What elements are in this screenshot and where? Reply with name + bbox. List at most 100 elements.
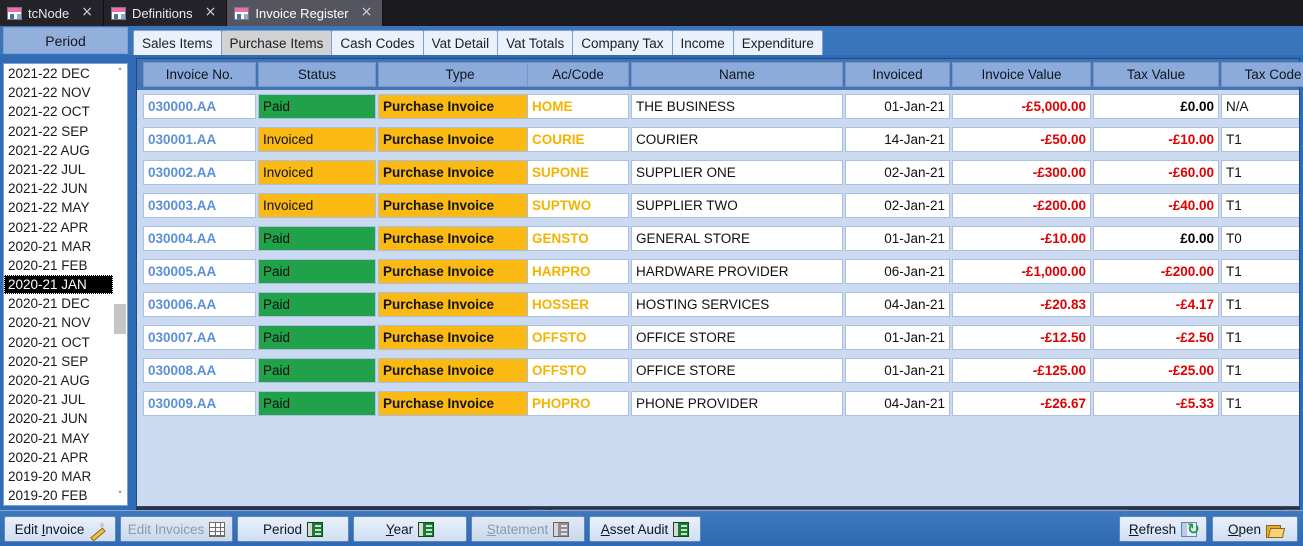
period-item[interactable]: 2020-21 NOV bbox=[4, 313, 113, 332]
period-list-scrollbar[interactable]: ˄ ˅ bbox=[113, 64, 127, 505]
year-button[interactable]: Year bbox=[353, 516, 467, 542]
cell-name[interactable]: SUPPLIER TWO bbox=[631, 193, 843, 218]
cell-status[interactable]: Paid bbox=[258, 226, 376, 251]
cell-invoice-value[interactable]: -£10.00 bbox=[952, 226, 1091, 251]
cell-ac-code[interactable]: OFFSTO bbox=[527, 325, 629, 350]
tab-vat-detail[interactable]: Vat Detail bbox=[422, 30, 499, 55]
period-item[interactable]: 2021-22 JUL bbox=[4, 160, 113, 179]
edit-invoice-button[interactable]: Edit Invoice bbox=[4, 516, 116, 542]
cell-type[interactable]: Purchase Invoice bbox=[378, 160, 542, 185]
cell-tax-code[interactable]: T1 bbox=[1221, 259, 1299, 284]
period-item[interactable]: 2021-22 AUG bbox=[4, 141, 113, 160]
period-item[interactable]: 2021-22 NOV bbox=[4, 83, 113, 102]
cell-ac-code[interactable]: COURIE bbox=[527, 127, 629, 152]
cell-tax-value[interactable]: -£25.00 bbox=[1093, 358, 1219, 383]
cell-invoice-value[interactable]: -£1,000.00 bbox=[952, 259, 1091, 284]
period-item[interactable]: 2021-22 SEP bbox=[4, 122, 113, 141]
period-item[interactable]: 2020-21 DEC bbox=[4, 294, 113, 313]
cell-invoiced[interactable]: 01-Jan-21 bbox=[845, 325, 950, 350]
column-header-invoice-no[interactable]: Invoice No. bbox=[143, 62, 256, 87]
cell-invoice-value[interactable]: -£300.00 bbox=[952, 160, 1091, 185]
close-icon[interactable]: × bbox=[79, 5, 95, 21]
period-item[interactable]: 2021-22 JUN bbox=[4, 179, 113, 198]
cell-name[interactable]: HOSTING SERVICES bbox=[631, 292, 843, 317]
table-row[interactable]: 030008.AA Paid Purchase Invoice OFFSTO OFFIC… bbox=[137, 354, 1299, 387]
cell-invoice-value[interactable]: -£26.67 bbox=[952, 391, 1091, 416]
cell-type[interactable]: Purchase Invoice bbox=[378, 193, 542, 218]
column-header-tax-code[interactable]: Tax Code bbox=[1221, 62, 1303, 87]
cell-status[interactable]: Paid bbox=[258, 358, 376, 383]
cell-tax-code[interactable]: T1 bbox=[1221, 391, 1299, 416]
cell-tax-code[interactable]: N/A bbox=[1221, 94, 1299, 119]
table-row[interactable]: 030004.AA Paid Purchase Invoice GENSTO GENER… bbox=[137, 222, 1299, 255]
table-row[interactable]: 030009.AA Paid Purchase Invoice PHOPRO PHONE… bbox=[137, 387, 1299, 420]
column-header-status[interactable]: Status bbox=[258, 62, 376, 87]
cell-name[interactable]: GENERAL STORE bbox=[631, 226, 843, 251]
tab-company-tax[interactable]: Company Tax bbox=[572, 30, 673, 55]
table-row[interactable]: 030002.AA Invoiced Purchase Invoice SUPONE S… bbox=[137, 156, 1299, 189]
cell-tax-value[interactable]: -£200.00 bbox=[1093, 259, 1219, 284]
period-item[interactable]: 2020-21 MAY bbox=[4, 429, 113, 448]
refresh-button[interactable]: Refresh bbox=[1119, 516, 1207, 542]
period-item[interactable]: 2020-21 APR bbox=[4, 448, 113, 467]
cell-ac-code[interactable]: GENSTO bbox=[527, 226, 629, 251]
cell-invoice-value[interactable]: -£200.00 bbox=[952, 193, 1091, 218]
cell-invoice-no[interactable]: 030006.AA bbox=[143, 292, 256, 317]
cell-name[interactable]: THE BUSINESS bbox=[631, 94, 843, 119]
period-item[interactable]: 2021-22 DEC bbox=[4, 64, 113, 83]
period-item[interactable]: 2021-22 MAY bbox=[4, 198, 113, 217]
cell-ac-code[interactable]: SUPTWO bbox=[527, 193, 629, 218]
cell-tax-code[interactable]: T1 bbox=[1221, 292, 1299, 317]
cell-invoice-no[interactable]: 030008.AA bbox=[143, 358, 256, 383]
scroll-down-arrow-icon[interactable]: ˅ bbox=[113, 489, 127, 503]
cell-invoiced[interactable]: 01-Jan-21 bbox=[845, 358, 950, 383]
cell-type[interactable]: Purchase Invoice bbox=[378, 259, 542, 284]
column-header-invoiced[interactable]: Invoiced bbox=[845, 62, 950, 87]
cell-ac-code[interactable]: OFFSTO bbox=[527, 358, 629, 383]
cell-tax-value[interactable]: -£5.33 bbox=[1093, 391, 1219, 416]
cell-tax-value[interactable]: -£4.17 bbox=[1093, 292, 1219, 317]
table-row[interactable]: 030005.AA Paid Purchase Invoice HARPRO HARDW… bbox=[137, 255, 1299, 288]
cell-status[interactable]: Paid bbox=[258, 325, 376, 350]
cell-status[interactable]: Paid bbox=[258, 259, 376, 284]
cell-type[interactable]: Purchase Invoice bbox=[378, 391, 542, 416]
window-tab-2[interactable]: Invoice Register × bbox=[227, 0, 384, 26]
cell-ac-code[interactable]: HARPRO bbox=[527, 259, 629, 284]
cell-ac-code[interactable]: SUPONE bbox=[527, 160, 629, 185]
period-item-selected[interactable]: 2020-21 JAN bbox=[4, 275, 113, 295]
cell-invoiced[interactable]: 04-Jan-21 bbox=[845, 391, 950, 416]
cell-invoice-no[interactable]: 030002.AA bbox=[143, 160, 256, 185]
table-row[interactable]: 030006.AA Paid Purchase Invoice HOSSER HOSTI… bbox=[137, 288, 1299, 321]
cell-type[interactable]: Purchase Invoice bbox=[378, 94, 542, 119]
cell-status[interactable]: Invoiced bbox=[258, 127, 376, 152]
cell-ac-code[interactable]: HOME bbox=[527, 94, 629, 119]
column-header-ac-code[interactable]: Ac/Code bbox=[527, 62, 629, 87]
cell-tax-code[interactable]: T0 bbox=[1221, 226, 1299, 251]
tab-vat-totals[interactable]: Vat Totals bbox=[497, 30, 574, 55]
period-listbox[interactable]: 2021-22 DEC 2021-22 NOV 2021-22 OCT 2021-22… bbox=[3, 63, 128, 506]
table-row[interactable]: 030001.AA Invoiced Purchase Invoice COURIE C… bbox=[137, 123, 1299, 156]
column-header-invoice-value[interactable]: Invoice Value bbox=[952, 62, 1091, 87]
cell-invoice-no[interactable]: 030007.AA bbox=[143, 325, 256, 350]
tab-sales-items[interactable]: Sales Items bbox=[133, 30, 222, 55]
cell-invoice-value[interactable]: -£5,000.00 bbox=[952, 94, 1091, 119]
cell-type[interactable]: Purchase Invoice bbox=[378, 127, 542, 152]
close-icon[interactable]: × bbox=[203, 5, 219, 21]
cell-invoice-no[interactable]: 030004.AA bbox=[143, 226, 256, 251]
column-header-tax-value[interactable]: Tax Value bbox=[1093, 62, 1219, 87]
cell-invoiced[interactable]: 01-Jan-21 bbox=[845, 94, 950, 119]
period-item[interactable]: 2019-20 FEB bbox=[4, 486, 113, 505]
cell-ac-code[interactable]: PHOPRO bbox=[527, 391, 629, 416]
period-item[interactable]: 2020-21 MAR bbox=[4, 237, 113, 256]
period-item[interactable]: 2020-21 SEP bbox=[4, 352, 113, 371]
open-button[interactable]: Open bbox=[1212, 516, 1298, 542]
period-item[interactable]: 2019-20 MAR bbox=[4, 467, 113, 486]
period-button[interactable]: Period bbox=[237, 516, 349, 542]
cell-invoiced[interactable]: 01-Jan-21 bbox=[845, 226, 950, 251]
cell-tax-value[interactable]: -£2.50 bbox=[1093, 325, 1219, 350]
cell-type[interactable]: Purchase Invoice bbox=[378, 292, 542, 317]
tab-expenditure[interactable]: Expenditure bbox=[732, 30, 823, 55]
cell-invoiced[interactable]: 06-Jan-21 bbox=[845, 259, 950, 284]
tab-cash-codes[interactable]: Cash Codes bbox=[331, 30, 424, 55]
cell-status[interactable]: Paid bbox=[258, 391, 376, 416]
